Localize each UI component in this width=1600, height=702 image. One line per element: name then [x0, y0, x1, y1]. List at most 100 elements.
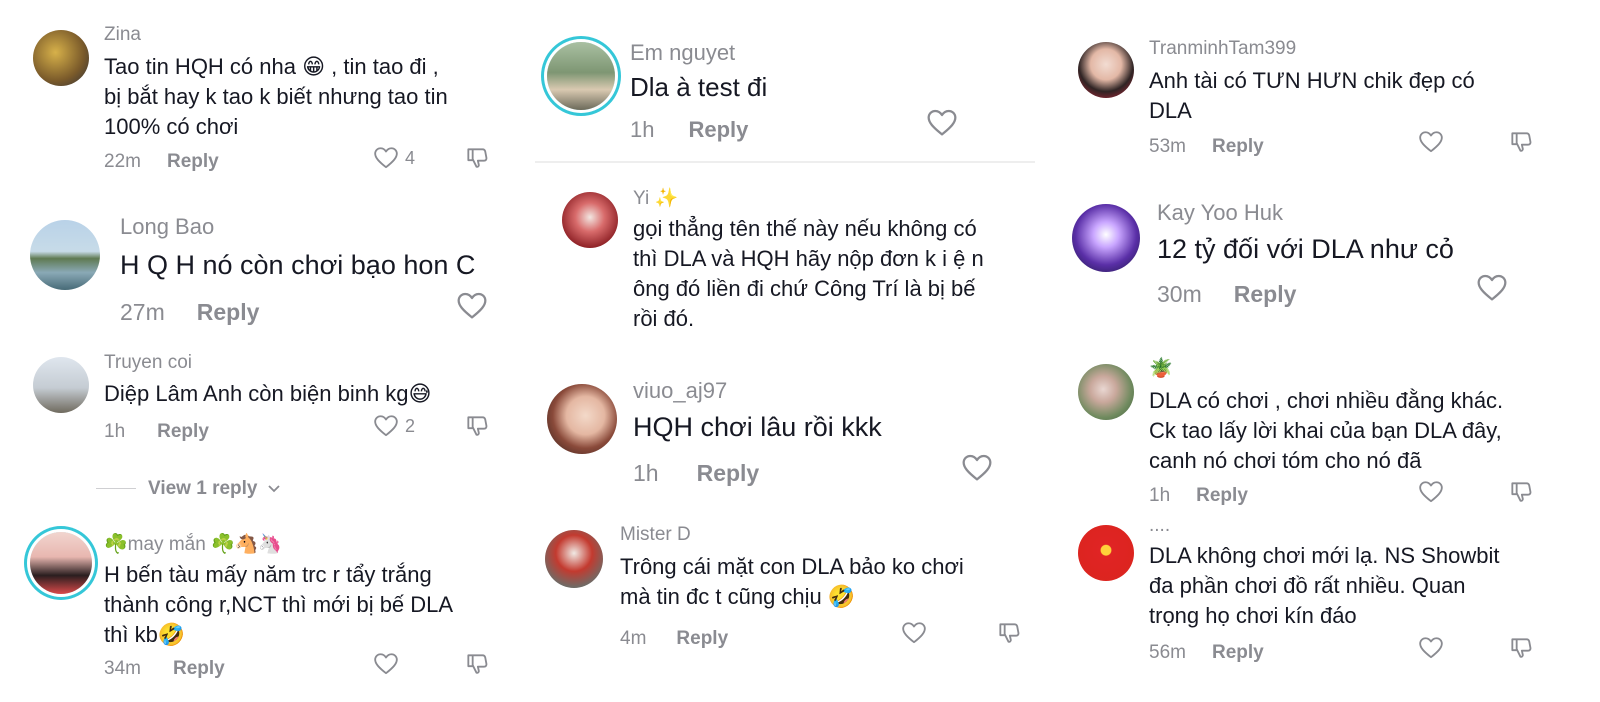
heart-icon[interactable]	[1417, 129, 1445, 155]
comment-text: gọi thẳng tên thế này nếu không có thì D…	[633, 216, 984, 331]
avatar[interactable]	[33, 30, 89, 86]
view-replies-button[interactable]: View 1 reply	[96, 478, 281, 500]
comment-text: Trông cái mặt con DLA bảo ko chơi mà tin…	[620, 554, 964, 609]
thumbs-down-icon[interactable]	[1507, 129, 1535, 155]
reply-button[interactable]: Reply	[157, 421, 209, 442]
avatar[interactable]	[1072, 204, 1140, 272]
divider-line	[96, 488, 136, 490]
timestamp: 30m	[1157, 281, 1202, 307]
chevron-down-icon	[268, 485, 280, 493]
comment-text: 12 tỷ đối với DLA như cỏ	[1157, 234, 1454, 264]
username[interactable]: Em nguyet	[630, 40, 735, 66]
heart-icon[interactable]	[372, 413, 400, 439]
timestamp: 1h	[633, 460, 659, 486]
comment-item: ☘️may mắn ☘️🐴🦄 H bến tàu mấy năm trc r t…	[0, 520, 520, 702]
thumbs-down-icon[interactable]	[463, 145, 491, 171]
reply-button[interactable]: Reply	[197, 299, 260, 325]
thumbs-down-icon[interactable]	[1507, 479, 1535, 505]
heart-icon[interactable]	[925, 107, 959, 139]
comment-item: Long Bao H Q H nó còn chơi bạo hon C 27m…	[0, 200, 520, 340]
thumbs-down-icon[interactable]	[1507, 635, 1535, 661]
avatar[interactable]	[1078, 364, 1134, 420]
reply-button[interactable]: Reply	[167, 151, 219, 172]
thumbs-down-icon[interactable]	[463, 651, 491, 677]
username[interactable]: Zina	[104, 24, 141, 46]
comment-item: Yi ✨ gọi thẳng tên thế này nếu không có …	[535, 170, 1055, 340]
heart-icon[interactable]	[455, 290, 489, 322]
avatar[interactable]	[547, 384, 617, 454]
username[interactable]: Mister D	[620, 524, 691, 546]
avatar[interactable]	[33, 357, 89, 413]
heart-icon[interactable]	[1475, 272, 1509, 304]
comment-text: HQH chơi lâu rồi kkk	[633, 412, 882, 442]
comment-text: DLA có chơi , chơi nhiều đằng khác. Ck t…	[1149, 388, 1504, 473]
username[interactable]: Long Bao	[120, 214, 214, 240]
timestamp: 1h	[1149, 485, 1171, 506]
avatar[interactable]	[562, 192, 618, 248]
timestamp: 1h	[630, 117, 655, 142]
timestamp: 22m	[104, 151, 141, 172]
comment-text: H bến tàu mấy năm trc r tẩy trắng thành …	[104, 562, 454, 647]
username[interactable]: TranminhTam399	[1149, 38, 1296, 60]
like-count: 4	[405, 148, 416, 168]
comment-meta: 27m Reply	[120, 299, 259, 326]
heart-icon[interactable]	[1417, 635, 1445, 661]
timestamp: 1h	[104, 421, 126, 442]
username[interactable]: Yi ✨	[633, 186, 678, 210]
comment-item: Em nguyet Dla à test đi 1h Reply	[535, 0, 1055, 160]
reply-button[interactable]: Reply	[688, 117, 748, 142]
timestamp: 56m	[1149, 642, 1186, 663]
comment-item: TranminhTam399 Anh tài có TƯN HƯN chik đ…	[1060, 0, 1600, 180]
timestamp: 34m	[104, 658, 141, 679]
comment-column-1: Zina Tao tin HQH có nha 😁 , tin tao đi ,…	[0, 0, 520, 702]
thumbs-down-icon[interactable]	[463, 413, 491, 439]
comment-meta: 56m Reply	[1149, 642, 1264, 664]
avatar[interactable]	[30, 532, 92, 594]
reply-button[interactable]: Reply	[1212, 136, 1264, 157]
comment-column-3: TranminhTam399 Anh tài có TƯN HƯN chik đ…	[1060, 0, 1600, 702]
comment-column-2: Em nguyet Dla à test đi 1h Reply Yi ✨ gọi…	[535, 0, 1055, 702]
username[interactable]: Kay Yoo Huk	[1157, 200, 1283, 226]
avatar[interactable]	[1078, 525, 1134, 581]
section-divider	[535, 161, 1035, 163]
comment-meta: 1h Reply	[630, 117, 748, 143]
username[interactable]: ☘️may mắn ☘️🐴🦄	[104, 532, 282, 556]
reply-button[interactable]: Reply	[697, 460, 760, 486]
timestamp: 27m	[120, 299, 165, 325]
comment-item: .... DLA không chơi mới lạ. NS Showbit đ…	[1060, 515, 1600, 702]
reply-button[interactable]: Reply	[676, 628, 728, 649]
comment-item: Zina Tao tin HQH có nha 😁 , tin tao đi ,…	[0, 0, 520, 190]
comment-text: Tao tin HQH có nha 😁 , tin tao đi , bị b…	[104, 54, 448, 139]
view-replies-label: View 1 reply	[148, 478, 258, 499]
comment-text: Anh tài có TƯN HƯN chik đẹp có DLA	[1149, 68, 1475, 123]
reply-button[interactable]: Reply	[173, 658, 225, 679]
username[interactable]: ....	[1149, 515, 1170, 537]
comment-item: Mister D Trông cái mặt con DLA bảo ko ch…	[535, 520, 1055, 702]
username[interactable]: viuo_aj97	[633, 378, 727, 404]
timestamp: 4m	[620, 628, 647, 649]
reply-button[interactable]: Reply	[1196, 485, 1248, 506]
comment-item: Truyen coi Diệp Lâm Anh còn biện binh kg…	[0, 345, 520, 455]
comment-text: H Q H nó còn chơi bạo hon C	[120, 250, 476, 280]
comment-meta: 34m Reply	[104, 658, 225, 680]
avatar[interactable]	[547, 42, 615, 110]
thumbs-down-icon[interactable]	[995, 620, 1023, 646]
heart-icon[interactable]	[960, 452, 994, 484]
reply-button[interactable]: Reply	[1234, 281, 1297, 307]
heart-icon[interactable]	[372, 145, 400, 171]
avatar[interactable]	[1078, 42, 1134, 98]
avatar[interactable]	[30, 220, 100, 290]
reply-button[interactable]: Reply	[1212, 642, 1264, 663]
avatar[interactable]	[545, 530, 603, 588]
comment-item: 🪴 DLA có chơi , chơi nhiều đằng khác. Ck…	[1060, 350, 1600, 520]
username[interactable]: 🪴	[1149, 356, 1173, 380]
comment-meta: 53m Reply	[1149, 136, 1264, 158]
comment-item: viuo_aj97 HQH chơi lâu rồi kkk 1h Reply	[535, 370, 1055, 510]
comment-meta: 1h Reply	[104, 421, 209, 443]
heart-icon[interactable]	[372, 651, 400, 677]
username[interactable]: Truyen coi	[104, 352, 192, 374]
comment-text: Diệp Lâm Anh còn biện binh kg😅	[104, 381, 432, 406]
comment-text: Dla à test đi	[630, 72, 768, 102]
heart-icon[interactable]	[1417, 479, 1445, 505]
heart-icon[interactable]	[900, 620, 928, 646]
